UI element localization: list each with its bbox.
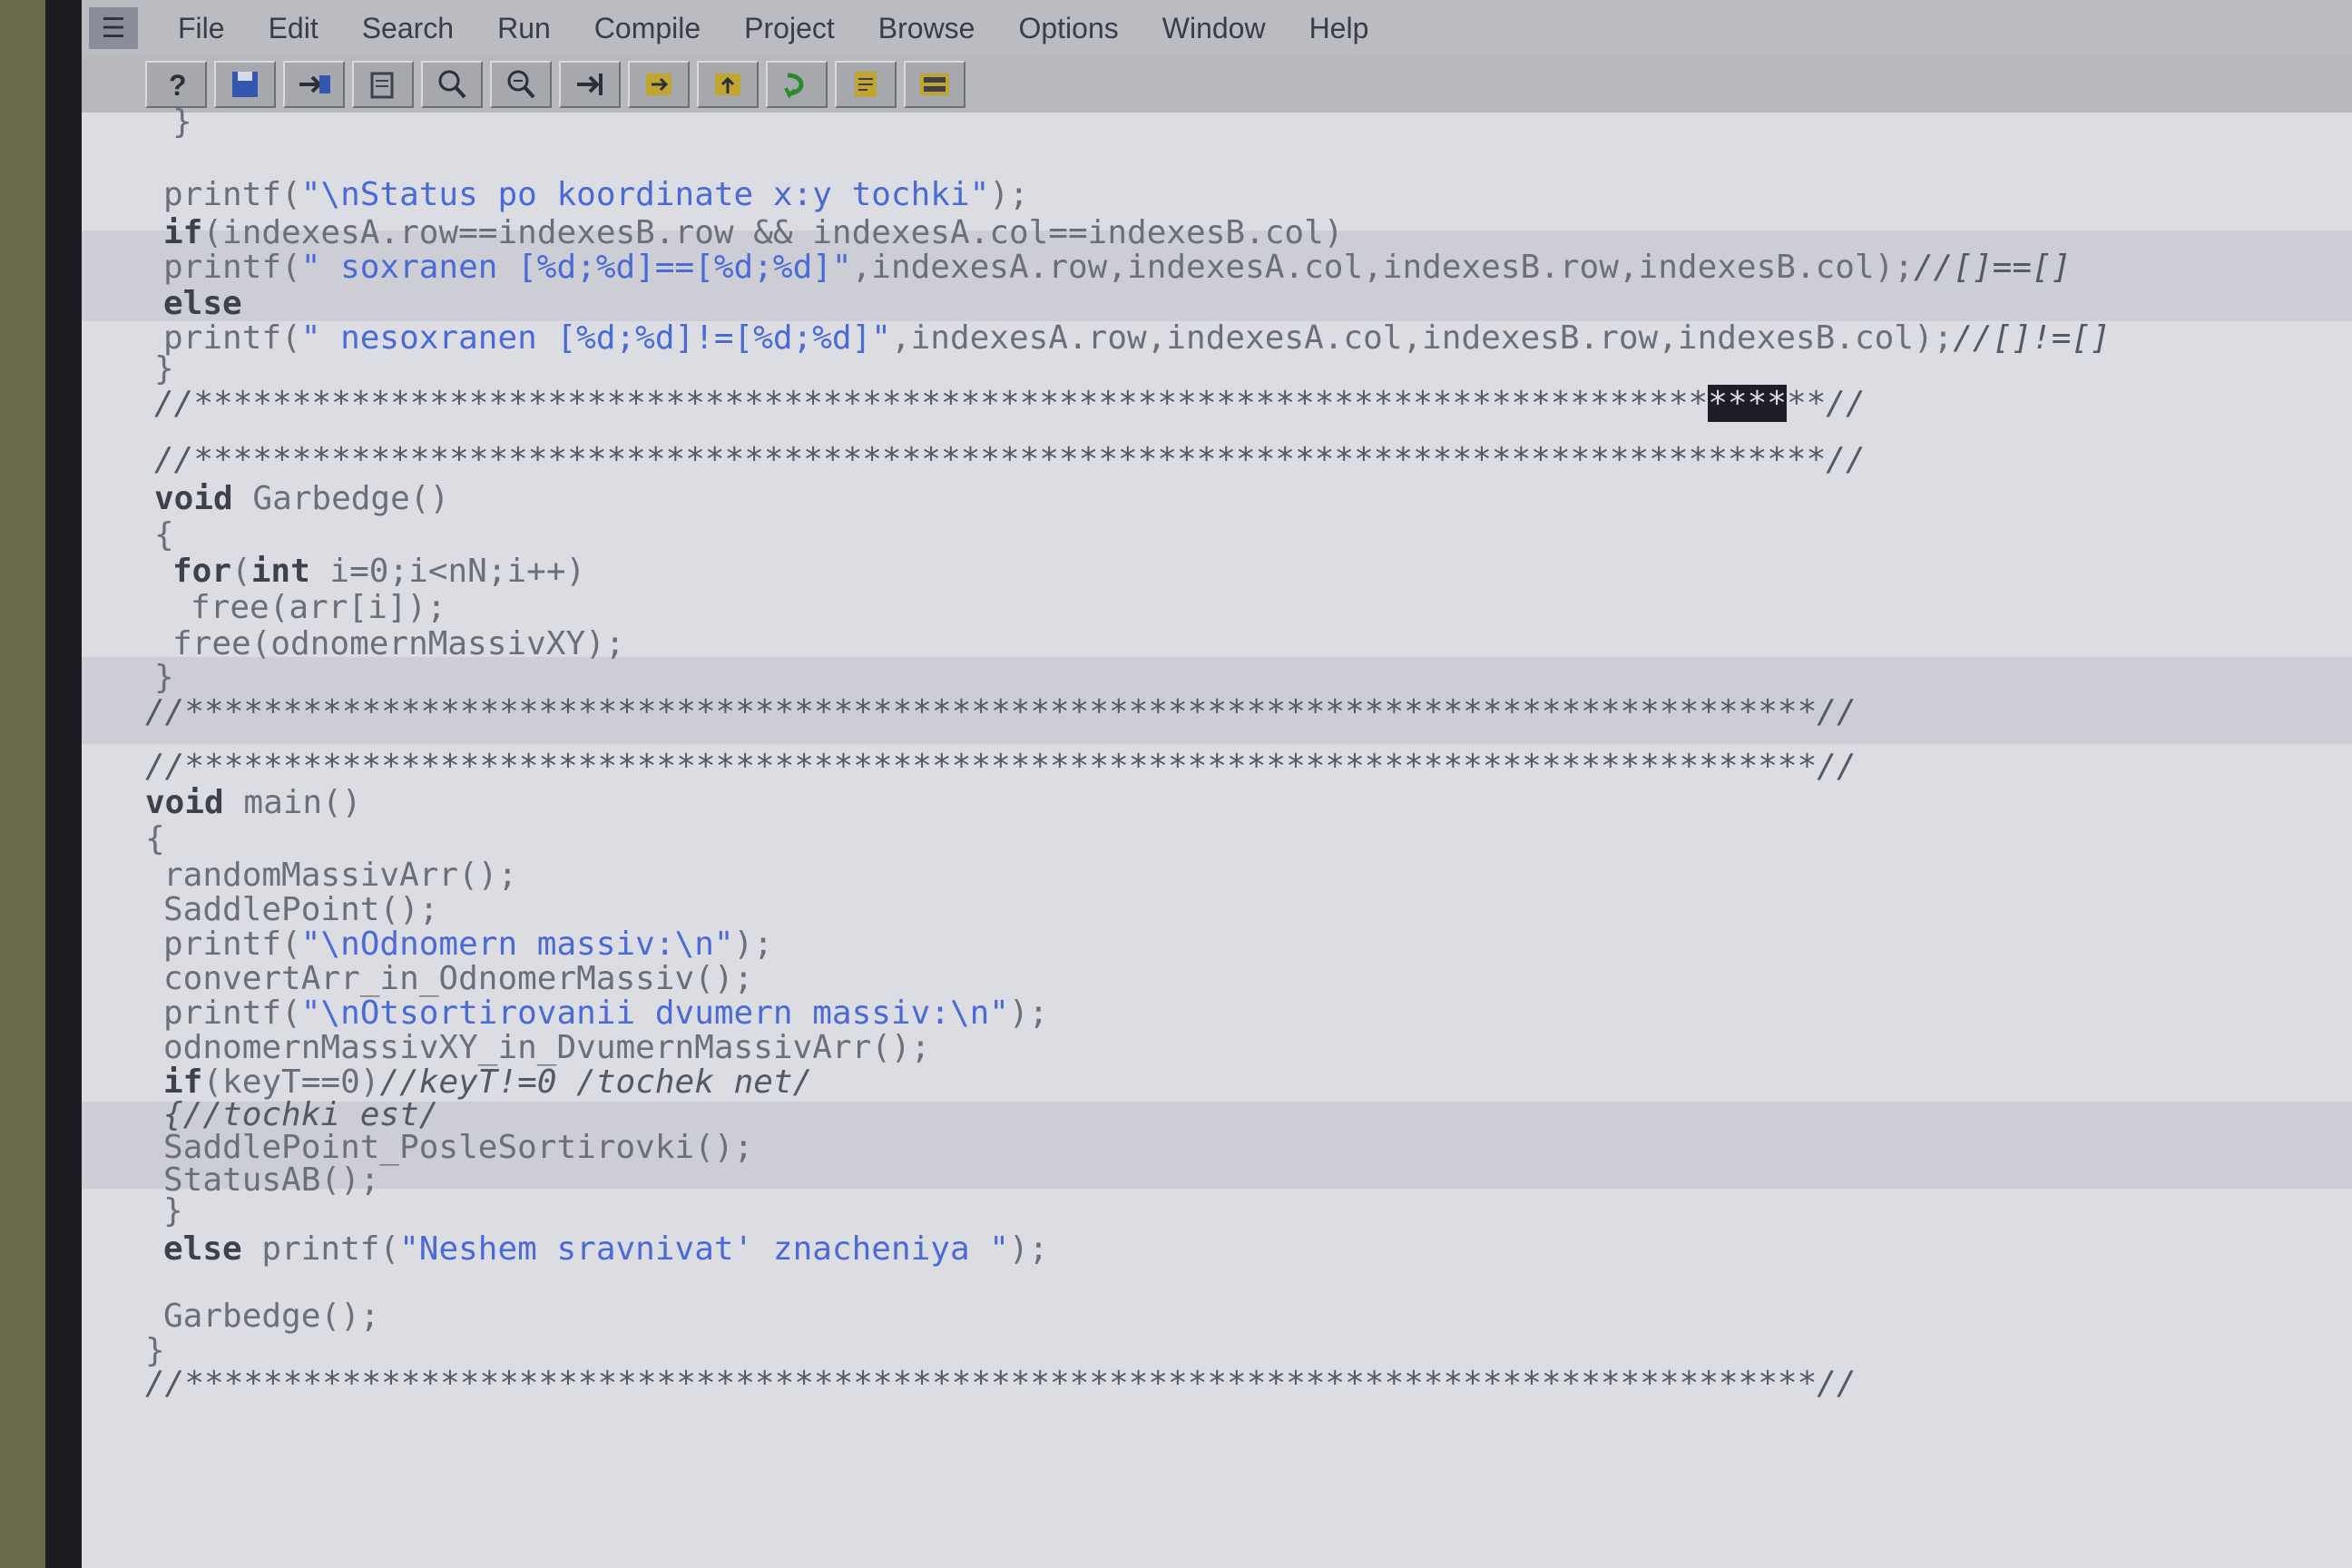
- open-button[interactable]: [352, 61, 414, 108]
- help-button[interactable]: ?: [145, 61, 207, 108]
- selected-text: ****: [1708, 385, 1787, 422]
- code-line: }: [163, 1192, 183, 1230]
- search-again-icon: [507, 70, 535, 99]
- trace-into-icon: [646, 74, 671, 95]
- code-line: Garbedge();: [163, 1298, 380, 1335]
- make-icon: [920, 74, 949, 95]
- go-to-cursor-icon: [715, 74, 740, 95]
- step-over-icon: [577, 74, 603, 95]
- compile-icon: [855, 72, 877, 97]
- code-line: printf("\nStatus po koordinate x:y tochk…: [163, 176, 1029, 213]
- code-line: void Garbedge(): [154, 480, 450, 517]
- code-line: }: [172, 103, 192, 141]
- menu-search[interactable]: Search: [340, 12, 475, 45]
- search-icon: [438, 70, 466, 99]
- menu-run[interactable]: Run: [475, 12, 573, 45]
- step-over-button[interactable]: [559, 61, 621, 108]
- code-line: free(odnomernMassivXY);: [172, 625, 625, 662]
- code-line: StatusAB();: [163, 1161, 380, 1199]
- save-all-button[interactable]: [283, 61, 345, 108]
- code-line: else printf("Neshem sravnivat' znacheniy…: [163, 1230, 1049, 1268]
- menu-project[interactable]: Project: [722, 12, 857, 45]
- search-again-button[interactable]: [490, 61, 552, 108]
- menu-file[interactable]: File: [156, 12, 247, 45]
- code-line: }: [154, 659, 174, 696]
- svg-text:?: ?: [169, 69, 187, 102]
- separator-comment: //**************************************…: [145, 748, 1857, 785]
- code-line: convertArr_in_OdnomerMassiv();: [163, 960, 754, 997]
- menu-options[interactable]: Options: [996, 12, 1140, 45]
- code-line: printf("\nOtsortirovanii dvumern massiv:…: [163, 995, 1049, 1032]
- code-line: SaddlePoint();: [163, 891, 439, 928]
- separator-comment: //**************************************…: [154, 385, 1866, 422]
- system-menu-icon[interactable]: ☰: [89, 7, 138, 49]
- open-icon: [370, 72, 394, 99]
- separator-comment: //**************************************…: [145, 1365, 1857, 1402]
- code-line: }: [154, 350, 174, 387]
- menu-help[interactable]: Help: [1288, 12, 1391, 45]
- menu-browse[interactable]: Browse: [857, 12, 997, 45]
- compile-button[interactable]: [835, 61, 897, 108]
- code-line: free(arr[i]);: [191, 589, 446, 626]
- save-button[interactable]: [214, 61, 276, 108]
- code-line: odnomernMassivXY_in_DvumernMassivArr();: [163, 1029, 931, 1066]
- code-line: printf(" nesoxranen [%d;%d]!=[%d;%d]",in…: [163, 319, 2111, 357]
- code-line: void main(): [145, 784, 362, 821]
- code-line: {: [145, 820, 165, 858]
- toolbar: ?: [82, 56, 2352, 113]
- menu-compile[interactable]: Compile: [573, 12, 722, 45]
- menu-bar: ☰ File Edit Search Run Compile Project B…: [82, 0, 2352, 56]
- trace-into-button[interactable]: [628, 61, 690, 108]
- save-icon: [232, 72, 258, 97]
- code-line: randomMassivArr();: [163, 857, 518, 894]
- code-line: printf(" soxranen [%d;%d]==[%d;%d]",inde…: [163, 249, 2072, 286]
- ide-window: ☰ File Edit Search Run Compile Project B…: [82, 0, 2352, 1568]
- code-line: if(indexesA.row==indexesB.row && indexes…: [163, 214, 1344, 251]
- code-editor[interactable]: } printf("\nStatus po koordinate x:y toc…: [82, 103, 2352, 1568]
- menu-edit[interactable]: Edit: [247, 12, 340, 45]
- go-to-cursor-button[interactable]: [697, 61, 759, 108]
- code-line: for(int i=0;i<nN;i++): [172, 553, 586, 590]
- run-button[interactable]: [766, 61, 828, 108]
- separator-comment: //**************************************…: [145, 693, 1857, 730]
- separator-comment: //**************************************…: [154, 441, 1866, 478]
- menu-window[interactable]: Window: [1141, 12, 1288, 45]
- save-all-icon: [299, 75, 330, 93]
- make-button[interactable]: [904, 61, 965, 108]
- search-button[interactable]: [421, 61, 483, 108]
- help-icon: ?: [169, 69, 187, 102]
- code-line: else: [163, 285, 242, 322]
- code-line: {: [154, 516, 174, 554]
- run-icon: [784, 73, 804, 99]
- code-line: printf("\nOdnomern massiv:\n");: [163, 926, 773, 963]
